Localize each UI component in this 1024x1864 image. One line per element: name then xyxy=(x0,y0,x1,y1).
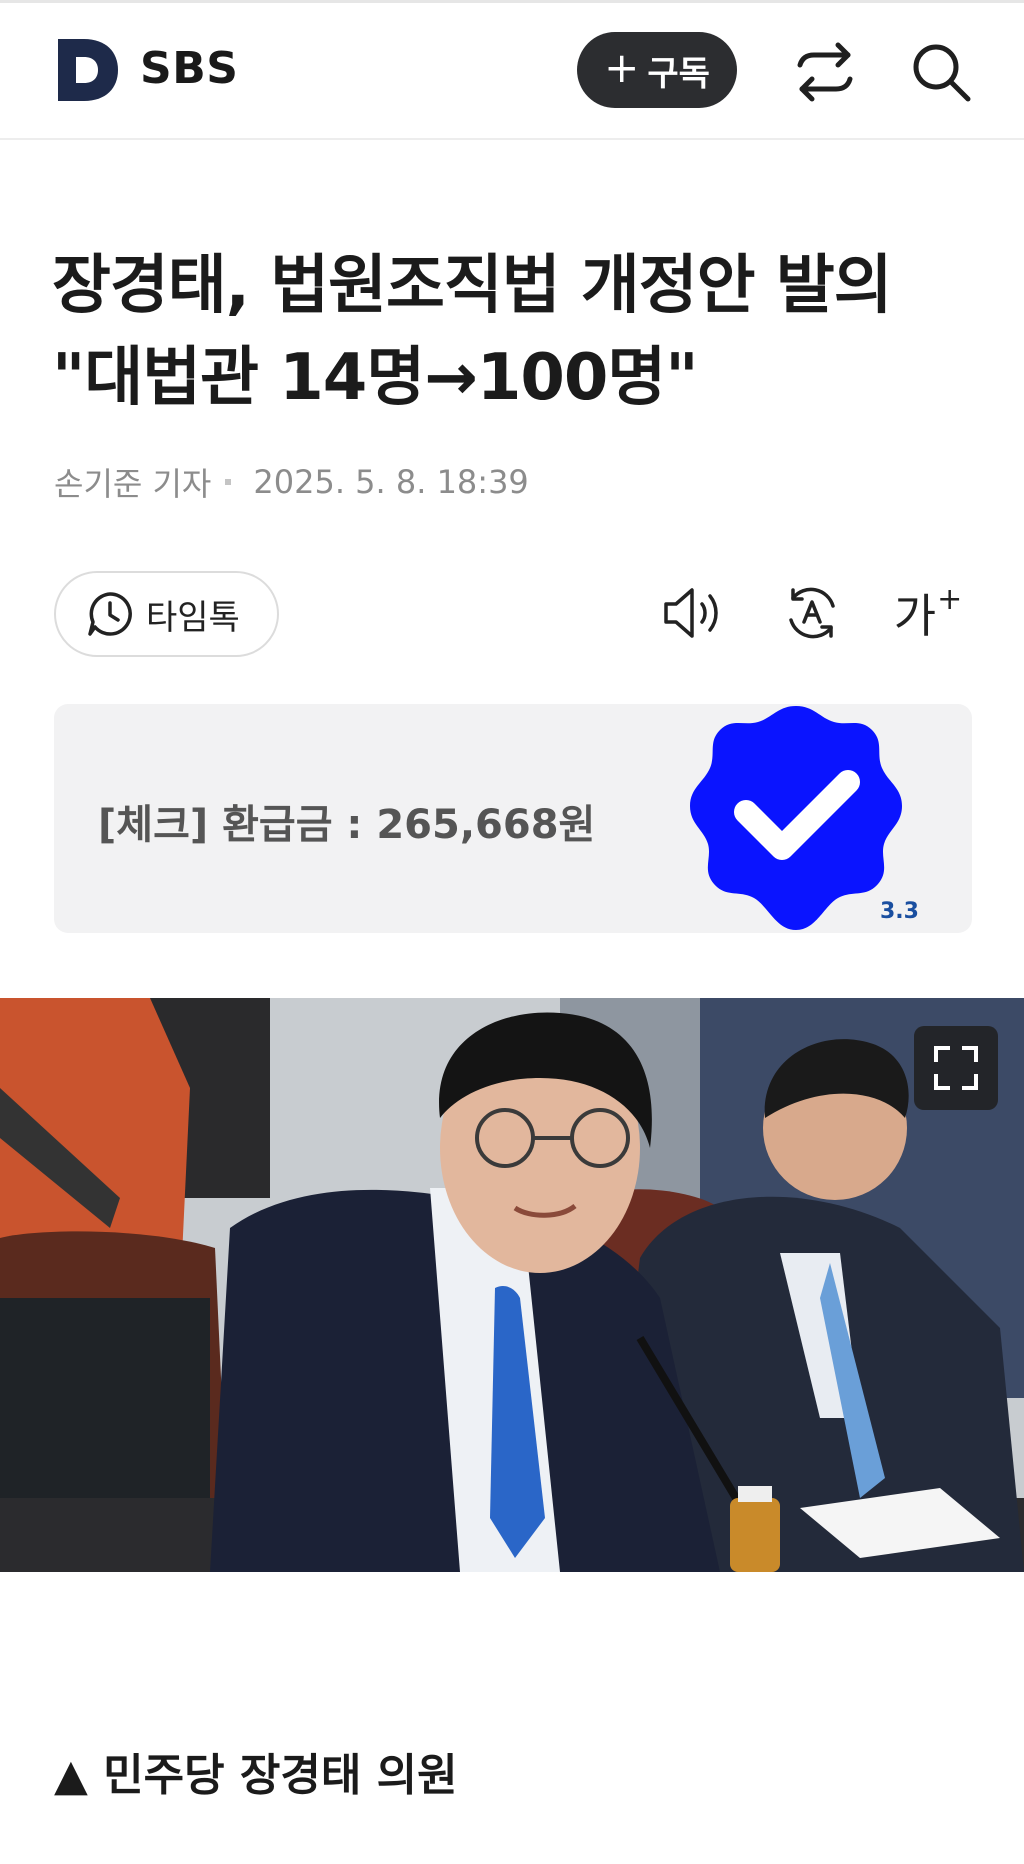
ad-badge-label: 3.3 xyxy=(880,899,919,924)
subscribe-label: 구독 xyxy=(647,53,710,94)
font-size-button[interactable]: 가 + xyxy=(893,581,963,644)
article-photo[interactable] xyxy=(0,998,1024,1572)
expand-icon xyxy=(934,1046,978,1090)
search-icon[interactable] xyxy=(908,39,974,105)
timetalk-button[interactable]: 타임톡 xyxy=(54,571,279,657)
site-header: SBS + 구독 xyxy=(0,3,1024,140)
clock-chat-icon xyxy=(88,592,132,636)
speaker-icon xyxy=(664,588,718,638)
publish-datetime: 2025. 5. 8. 18:39 xyxy=(253,463,529,501)
translate-button[interactable] xyxy=(779,582,845,644)
ad-text: [체크] 환급금 : 265,668원 xyxy=(98,802,596,848)
share-icon[interactable] xyxy=(790,41,860,103)
translate-icon xyxy=(789,587,835,639)
separator-dot xyxy=(225,479,232,485)
font-size-label: 가 xyxy=(893,589,937,643)
headline-line-2: "대법관 14명→100명" xyxy=(52,341,699,415)
photo-caption: ▲ 민주당 장경태 의원 xyxy=(54,1750,458,1801)
article-byline: 손기준 기자 2025. 5. 8. 18:39 xyxy=(54,459,529,505)
article-headline: 장경태, 법원조직법 개정안 발의 "대법관 14명→100명" xyxy=(52,240,982,424)
tts-button[interactable] xyxy=(660,582,726,644)
subscribe-button[interactable]: + 구독 xyxy=(577,32,737,108)
headline-line-1: 장경태, 법원조직법 개정안 발의 xyxy=(52,249,893,323)
plus-icon: + xyxy=(937,581,963,617)
reporter-name[interactable]: 손기준 기자 xyxy=(54,459,211,505)
verified-check-icon xyxy=(690,706,902,930)
timetalk-label: 타임톡 xyxy=(146,597,240,638)
daum-logo[interactable] xyxy=(54,37,120,103)
press-name[interactable]: SBS xyxy=(140,43,238,94)
plus-icon: + xyxy=(604,43,640,92)
expand-button[interactable] xyxy=(914,1026,998,1110)
photo-illustration xyxy=(0,998,1024,1572)
ad-banner[interactable]: [체크] 환급금 : 265,668원 3.3 xyxy=(54,704,972,933)
